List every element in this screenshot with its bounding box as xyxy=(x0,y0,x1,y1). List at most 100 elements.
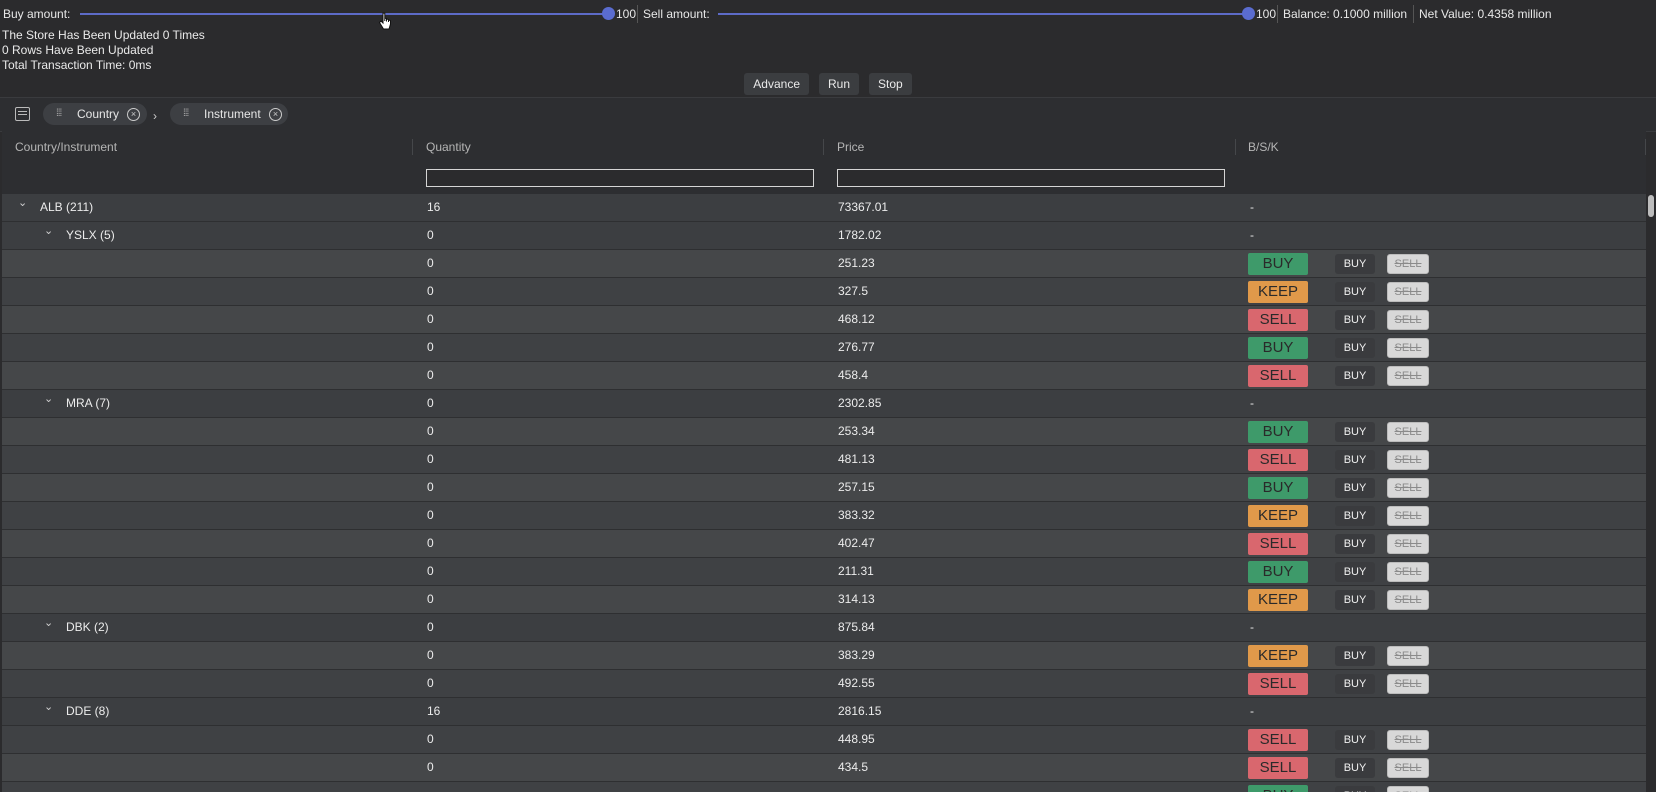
sell-button[interactable]: SELL xyxy=(1387,422,1429,442)
sell-button[interactable]: SELL xyxy=(1387,450,1429,470)
advance-button[interactable]: Advance xyxy=(744,73,809,95)
chevron-down-icon[interactable]: ⌄ xyxy=(44,386,53,413)
table-row[interactable]: 0 481.13 SELL BUY SELL xyxy=(2,446,1646,474)
table-row[interactable]: 0 327.5 KEEP BUY SELL xyxy=(2,278,1646,306)
buy-button[interactable]: BUY xyxy=(1335,534,1375,554)
quantity-cell: 0 xyxy=(427,312,434,326)
sell-button[interactable]: SELL xyxy=(1387,590,1429,610)
table-row[interactable]: 0 251.23 BUY BUY SELL xyxy=(2,250,1646,278)
sell-button[interactable]: SELL xyxy=(1387,366,1429,386)
buy-button[interactable]: BUY xyxy=(1335,310,1375,330)
table-row[interactable]: 0 383.32 KEEP BUY SELL xyxy=(2,502,1646,530)
sell-button[interactable]: SELL xyxy=(1387,506,1429,526)
sell-amount-label: Sell amount: xyxy=(643,7,710,21)
chevron-down-icon[interactable]: ⌄ xyxy=(44,610,53,637)
bsk-badge: KEEP xyxy=(1248,505,1308,527)
stop-button[interactable]: Stop xyxy=(869,73,912,95)
sell-button[interactable]: SELL xyxy=(1387,338,1429,358)
quantity-cell: 0 xyxy=(427,564,434,578)
group-row[interactable]: ⌄ MRA (7) 0 2302.85- xyxy=(2,390,1646,418)
buy-button[interactable]: BUY xyxy=(1335,562,1375,582)
table-row[interactable]: BUY BUY SELL xyxy=(2,782,1646,792)
group-row[interactable]: ⌄ YSLX (5) 0 1782.02- xyxy=(2,222,1646,250)
table-row[interactable]: 0 257.15 BUY BUY SELL xyxy=(2,474,1646,502)
buy-button[interactable]: BUY xyxy=(1335,478,1375,498)
buy-button[interactable]: BUY xyxy=(1335,422,1375,442)
quantity-cell: 0 xyxy=(427,648,434,662)
table-row[interactable]: 0 314.13 KEEP BUY SELL xyxy=(2,586,1646,614)
table-row[interactable]: 0 211.31 BUY BUY SELL xyxy=(2,558,1646,586)
group-row[interactable]: ⌄ ALB (211) 16 73367.01 - xyxy=(2,194,1646,222)
sell-button[interactable]: SELL xyxy=(1387,646,1429,666)
group-chip-country[interactable]: ⁞⁞⁞ Country × xyxy=(43,103,147,125)
buy-button[interactable]: BUY xyxy=(1335,338,1375,358)
remove-group-icon[interactable]: × xyxy=(127,108,140,121)
buy-button[interactable]: BUY xyxy=(1335,646,1375,666)
sell-button[interactable]: SELL xyxy=(1387,758,1429,778)
buy-button[interactable]: BUY xyxy=(1335,506,1375,526)
buy-button[interactable]: BUY xyxy=(1335,674,1375,694)
column-header-country-instrument[interactable]: Country/Instrument xyxy=(15,131,117,163)
sell-button[interactable]: SELL xyxy=(1387,282,1429,302)
price-cell: 2816.15 xyxy=(838,704,882,718)
price-cell: 327.5 xyxy=(838,284,869,298)
column-resize-handle[interactable] xyxy=(412,139,413,155)
column-resize-handle[interactable] xyxy=(1645,139,1646,155)
sell-button[interactable]: SELL xyxy=(1387,254,1429,274)
drag-grip-icon[interactable]: ⁞⁞⁞ xyxy=(183,103,189,125)
table-row[interactable]: 0 468.12 SELL BUY SELL xyxy=(2,306,1646,334)
buy-amount-slider-handle[interactable] xyxy=(602,7,615,20)
table-row[interactable]: 0 434.5 SELL BUY SELL xyxy=(2,754,1646,782)
chevron-down-icon[interactable]: ⌄ xyxy=(44,218,53,245)
column-resize-handle[interactable] xyxy=(1235,139,1236,155)
buy-button[interactable]: BUY xyxy=(1335,450,1375,470)
buy-button[interactable]: BUY xyxy=(1335,254,1375,274)
sell-button[interactable]: SELL xyxy=(1387,674,1429,694)
quantity-cell: 0 xyxy=(427,452,434,466)
run-button[interactable]: Run xyxy=(819,73,860,95)
table-row[interactable]: 0 383.29 KEEP BUY SELL xyxy=(2,642,1646,670)
table-row[interactable]: 0 458.4 SELL BUY SELL xyxy=(2,362,1646,390)
sell-amount-slider[interactable] xyxy=(718,13,1248,15)
buy-button[interactable]: BUY xyxy=(1335,786,1375,792)
sell-button[interactable]: SELL xyxy=(1387,562,1429,582)
group-row[interactable]: ⌄ DBK (2) 0 875.84- xyxy=(2,614,1646,642)
table-row[interactable]: 0 448.95 SELL BUY SELL xyxy=(2,726,1646,754)
table-row[interactable]: 0 492.55 SELL BUY SELL xyxy=(2,670,1646,698)
drag-grip-icon[interactable]: ⁞⁞⁞ xyxy=(56,103,62,125)
table-row[interactable]: 0 276.77 BUY BUY SELL xyxy=(2,334,1646,362)
bsk-badge: BUY xyxy=(1248,561,1308,583)
group-chip-label: Instrument xyxy=(204,107,261,121)
buy-button[interactable]: BUY xyxy=(1335,366,1375,386)
group-label: ALB (211) xyxy=(40,200,94,214)
column-resize-handle[interactable] xyxy=(823,139,824,155)
sell-button[interactable]: SELL xyxy=(1387,534,1429,554)
buy-button[interactable]: BUY xyxy=(1335,282,1375,302)
sell-button[interactable]: SELL xyxy=(1387,310,1429,330)
buy-button[interactable]: BUY xyxy=(1335,590,1375,610)
sell-amount-slider-handle[interactable] xyxy=(1242,7,1255,20)
sell-button[interactable]: SELL xyxy=(1387,786,1429,792)
table-row[interactable]: 0 253.34 BUY BUY SELL xyxy=(2,418,1646,446)
remove-group-icon[interactable]: × xyxy=(269,108,282,121)
quantity-cell: 0 xyxy=(427,396,434,410)
table-row[interactable]: 0 402.47 SELL BUY SELL xyxy=(2,530,1646,558)
bsk-badge: SELL xyxy=(1248,365,1308,387)
sell-button[interactable]: SELL xyxy=(1387,478,1429,498)
column-header-price[interactable]: Price xyxy=(837,131,864,163)
group-chip-instrument[interactable]: ⁞⁞⁞ Instrument × xyxy=(170,103,288,125)
chevron-down-icon[interactable]: ⌄ xyxy=(44,694,53,721)
buy-button[interactable]: BUY xyxy=(1335,758,1375,778)
sell-button[interactable]: SELL xyxy=(1387,730,1429,750)
buy-amount-slider[interactable] xyxy=(80,13,608,15)
column-header-bsk[interactable]: B/S/K xyxy=(1248,131,1279,163)
group-label: MRA (7) xyxy=(66,396,111,410)
vertical-scrollbar[interactable] xyxy=(1648,195,1654,217)
group-row[interactable]: ⌄ DDE (8) 16 2816.15- xyxy=(2,698,1646,726)
buy-button[interactable]: BUY xyxy=(1335,730,1375,750)
price-filter-input[interactable] xyxy=(837,169,1225,187)
chevron-down-icon[interactable]: ⌄ xyxy=(18,194,27,217)
grid-body: ⌄ ALB (211) 16 73367.01 - ⌄ YSLX (5) 0 1782.02 - 0… xyxy=(2,194,1646,792)
column-header-quantity[interactable]: Quantity xyxy=(426,131,471,163)
quantity-filter-input[interactable] xyxy=(426,169,814,187)
